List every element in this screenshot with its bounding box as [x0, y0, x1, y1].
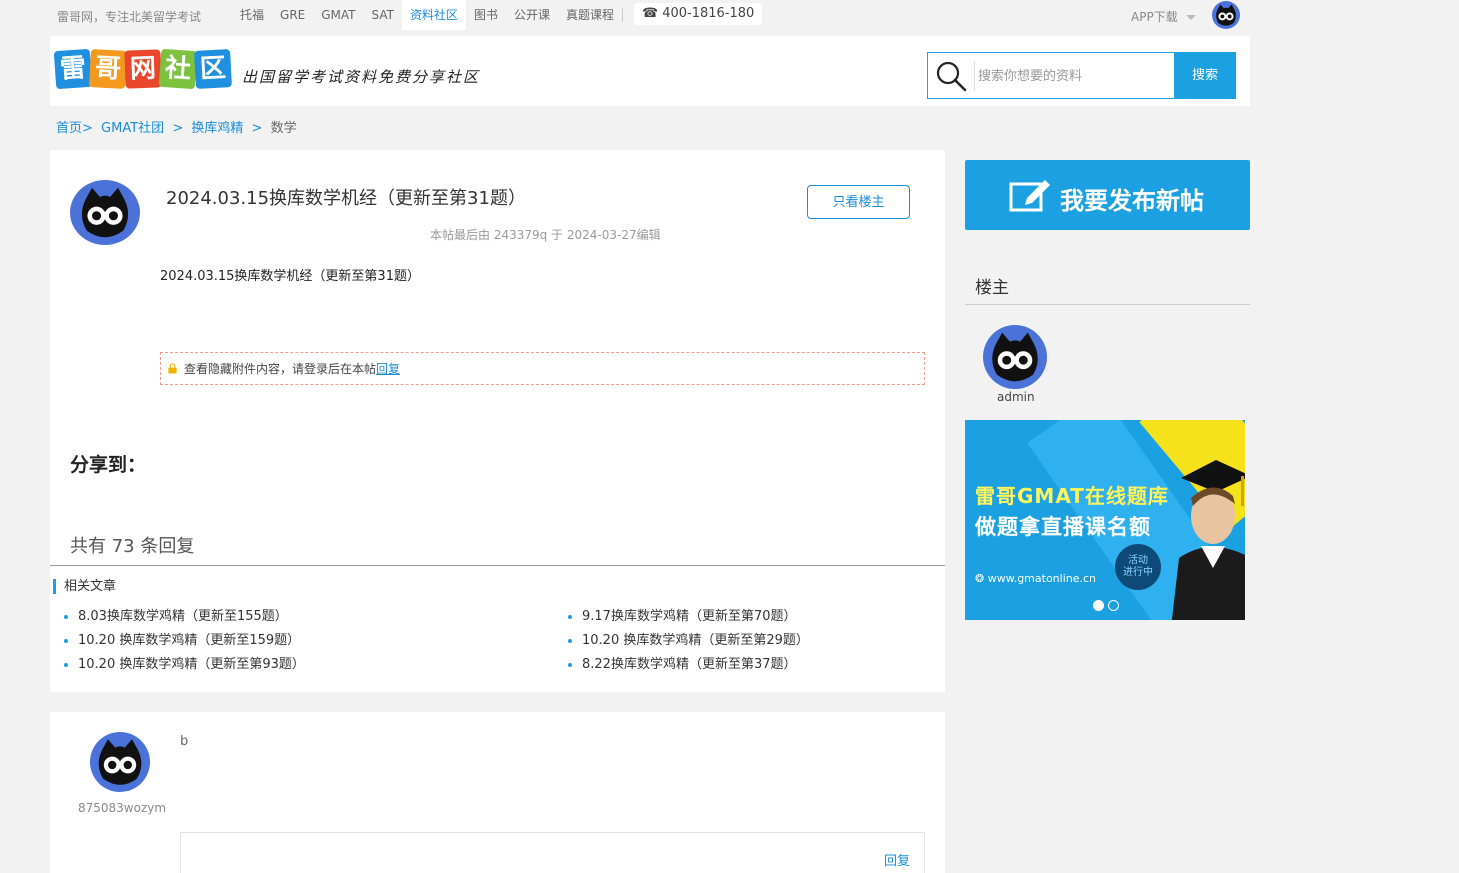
owl-icon [992, 332, 1038, 382]
bullet-icon [568, 662, 572, 667]
banner-url: ❂ www.gmatonline.cn [975, 572, 1097, 585]
related-article-title: 8.22换库数学鸡精（更新至第37题） [582, 657, 797, 672]
host-username[interactable]: admin [997, 390, 1035, 404]
reply-button[interactable]: 回复 [884, 850, 910, 869]
breadcrumb-home[interactable]: 首页> [56, 121, 93, 136]
bullet-icon [568, 638, 572, 643]
hidden-attachment-notice: 查看隐藏附件内容，请登录后在本帖回复 [160, 352, 925, 385]
banner-headline: 雷哥GMAT在线题库 [975, 484, 1169, 508]
search-input[interactable] [978, 63, 1168, 89]
new-post-button[interactable]: 我要发布新帖 [965, 160, 1250, 230]
user-avatar[interactable] [1212, 1, 1240, 29]
nav-toefl[interactable]: 托福 [232, 0, 272, 30]
new-post-label: 我要发布新帖 [1060, 187, 1204, 215]
logo-char: 哥 [89, 49, 127, 89]
site-tagline: 出国留学考试资料免费分享社区 [242, 68, 481, 86]
edit-note: 本帖最后由 243379q 于 2024-03-27编辑 [430, 228, 661, 242]
reply-card: 875083wozym b 回复 [50, 712, 945, 873]
logo-char: 网 [124, 49, 162, 89]
related-article-link[interactable]: 8.22换库数学鸡精（更新至第37题） [568, 653, 797, 672]
breadcrumb-separator: > [251, 121, 263, 136]
post-card: 2024.03.15换库数学机经（更新至第31题） 只看楼主 本帖最后由 243… [50, 150, 945, 692]
bullet-icon [64, 614, 68, 619]
phone-text: 400-1816-180 [662, 6, 755, 21]
nav-divider [622, 8, 624, 22]
owl-icon [81, 187, 129, 238]
lock-icon [168, 363, 177, 374]
post-title: 2024.03.15换库数学机经（更新至第31题） [166, 188, 526, 209]
phone-number: ☎ 400-1816-180 [634, 3, 763, 25]
host-divider [965, 304, 1250, 305]
logo-char: 社 [158, 48, 198, 90]
banner-url-text: www.gmatonline.cn [987, 572, 1097, 585]
bullet-icon [64, 662, 68, 667]
app-download-menu[interactable]: APP下载 [1131, 8, 1196, 25]
login-reply-link[interactable]: 回复 [376, 362, 400, 376]
related-article-title: 8.03换库数学鸡精（更新至155题） [78, 609, 288, 624]
owl-icon [98, 739, 142, 785]
related-article-link[interactable]: 8.03换库数学鸡精（更新至155题） [64, 605, 288, 624]
reply-count: 共有 73 条回复 [70, 536, 195, 557]
edit-icon [1009, 180, 1050, 212]
search-button[interactable]: 搜索 [1174, 52, 1236, 99]
bullet-icon [568, 614, 572, 619]
related-article-link[interactable]: 10.20 换库数学鸡精（更新至159题） [64, 629, 300, 648]
nav-sat[interactable]: SAT [364, 0, 402, 30]
nav-real-exam-course[interactable]: 真题课程 [558, 0, 622, 30]
reply-action-box: 回复 [180, 832, 925, 873]
logo-char: 雷 [53, 48, 93, 90]
nav-gre[interactable]: GRE [272, 0, 313, 30]
site-logo[interactable]: 雷 哥 网 社 区 [53, 48, 232, 90]
app-download-label: APP下载 [1131, 10, 1178, 24]
banner-subheadline: 做题拿直播课名额 [975, 515, 1151, 539]
share-label: 分享到： [70, 454, 147, 476]
breadcrumb-section[interactable]: 换库鸡精 [191, 121, 243, 136]
banner-slide-dot[interactable] [1093, 600, 1104, 611]
nav-gmat[interactable]: GMAT [313, 0, 363, 30]
site-header: 雷 哥 网 社 区 出国留学考试资料免费分享社区 搜索 [50, 36, 1250, 106]
only-host-button[interactable]: 只看楼主 [807, 185, 910, 219]
top-bar: 雷哥网，专注北美留学考试 托福 GRE GMAT SAT 资料社区 图书 公开课… [0, 0, 1459, 30]
chevron-down-icon [1185, 15, 1196, 20]
top-nav: 托福 GRE GMAT SAT 资料社区 图书 公开课 真题课程 [232, 0, 624, 30]
breadcrumb: 首页> GMAT社团 > 换库鸡精 > 数学 [56, 117, 301, 136]
owl-icon [1216, 4, 1236, 26]
related-article-link[interactable]: 10.20 换库数学鸡精（更新至第93题） [64, 653, 305, 672]
nav-resource-community[interactable]: 资料社区 [401, 0, 466, 30]
breadcrumb-current: 数学 [270, 121, 297, 136]
site-slogan: 雷哥网，专注北美留学考试 [57, 10, 202, 24]
logo-char: 区 [194, 49, 232, 89]
host-avatar[interactable] [983, 325, 1047, 389]
nav-open-class[interactable]: 公开课 [506, 0, 558, 30]
banner-slide-dot[interactable] [1108, 600, 1119, 611]
search-icon [936, 61, 967, 92]
breadcrumb-group[interactable]: GMAT社团 [101, 121, 164, 136]
related-articles-title: 相关文章 [53, 579, 116, 594]
breadcrumb-separator: > [172, 121, 184, 136]
post-body: 2024.03.15换库数学机经（更新至第31题） [160, 269, 420, 284]
promo-banner[interactable]: 雷哥GMAT在线题库 做题拿直播课名额 活动 进行中 ❂ www.gmatonli… [965, 420, 1245, 620]
search-bar: 搜索 [927, 52, 1236, 99]
related-article-title: 10.20 换库数学鸡精（更新至第93题） [78, 657, 305, 672]
related-article-link[interactable]: 10.20 换库数学鸡精（更新至第29题） [568, 629, 809, 648]
reply-content: b [180, 734, 189, 749]
host-section-title: 楼主 [975, 278, 1009, 298]
related-article-link[interactable]: 9.17换库数学鸡精（更新至第70题） [568, 605, 797, 624]
related-article-title: 10.20 换库数学鸡精（更新至159题） [78, 633, 301, 648]
author-avatar[interactable] [70, 180, 140, 245]
search-divider [974, 61, 975, 91]
related-article-title: 10.20 换库数学鸡精（更新至第29题） [582, 633, 809, 648]
graduate-figure-icon [1171, 460, 1245, 620]
section-divider [50, 565, 945, 566]
related-article-title: 9.17换库数学鸡精（更新至第70题） [582, 609, 797, 624]
banner-activity-badge: 活动 进行中 [1115, 544, 1161, 590]
phone-icon: ☎ [642, 6, 659, 21]
reply-username[interactable]: 875083wozym [78, 801, 166, 815]
nav-books[interactable]: 图书 [466, 0, 506, 30]
hidden-notice-text: 查看隐藏附件内容，请登录后在本帖 [184, 362, 377, 376]
reply-user-avatar[interactable] [90, 732, 150, 792]
bullet-icon [64, 638, 68, 643]
banner-pager [1093, 600, 1123, 611]
